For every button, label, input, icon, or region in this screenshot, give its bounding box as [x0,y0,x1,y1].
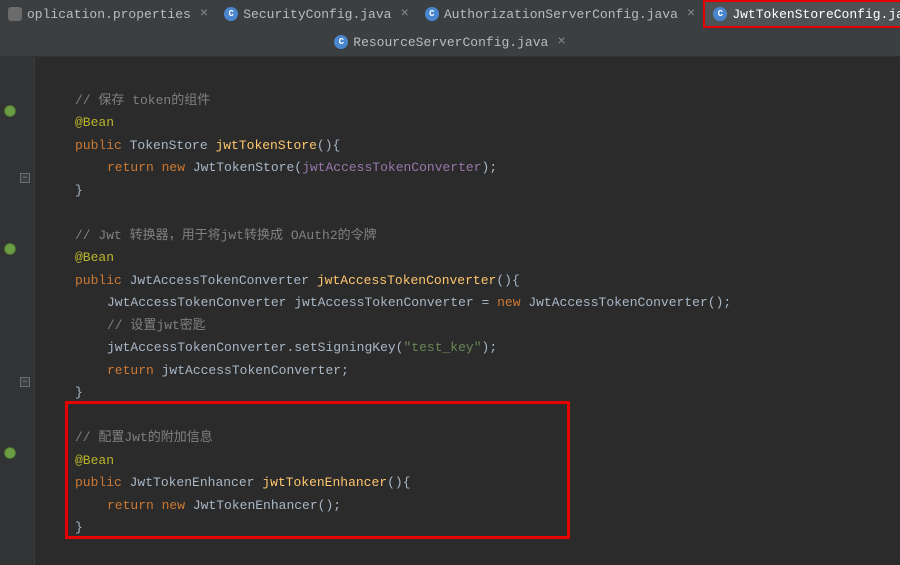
code-editor[interactable]: // 保存 token的组件 @Bean public TokenStore j… [35,57,900,565]
code-line: } [75,382,900,405]
fold-icon[interactable]: − [20,173,34,187]
tab-label: oplication.properties [27,7,191,22]
java-class-icon: C [713,7,727,21]
tabs-row-1: oplication.properties × C SecurityConfig… [0,0,900,28]
tab-label: ResourceServerConfig.java [353,35,548,50]
editor-gutter: − − [0,57,35,565]
java-class-icon: C [425,7,439,21]
close-icon[interactable]: × [687,6,695,22]
code-line: // 设置jwt密匙 [75,315,900,338]
tab-label: AuthorizationServerConfig.java [444,7,678,22]
code-line: } [75,517,900,540]
code-line [75,67,900,90]
bean-gutter-icon[interactable] [4,243,18,257]
code-line: jwtAccessTokenConverter.setSigningKey("t… [75,337,900,360]
tab-resource-server-config[interactable]: C ResourceServerConfig.java × [326,28,573,56]
code-line: return new JwtTokenStore(jwtAccessTokenC… [75,157,900,180]
properties-file-icon [8,7,22,21]
fold-icon[interactable]: − [20,377,34,391]
code-line: // Jwt 转换器，用于将jwt转换成 OAuth2的令牌 [75,225,900,248]
code-line: public JwtAccessTokenConverter jwtAccess… [75,270,900,293]
bean-gutter-icon[interactable] [4,447,18,461]
code-line: return new JwtTokenEnhancer(); [75,495,900,518]
close-icon[interactable]: × [200,6,208,22]
java-class-icon: C [224,7,238,21]
code-line [75,405,900,428]
tab-security-config[interactable]: C SecurityConfig.java × [216,0,417,28]
code-line: @Bean [75,450,900,473]
close-icon[interactable]: × [557,34,565,50]
code-line: public JwtTokenEnhancer jwtTokenEnhancer… [75,472,900,495]
tab-application-properties[interactable]: oplication.properties × [0,0,216,28]
tab-label: JwtTokenStoreConfig.java [732,7,900,22]
code-line: @Bean [75,112,900,135]
code-line: @Bean [75,247,900,270]
tab-label: SecurityConfig.java [243,7,391,22]
close-icon[interactable]: × [400,6,408,22]
code-line: // 配置Jwt的附加信息 [75,427,900,450]
tabs-row-2: C ResourceServerConfig.java × [0,28,900,56]
code-line: JwtAccessTokenConverter jwtAccessTokenCo… [75,292,900,315]
code-line: // 保存 token的组件 [75,90,900,113]
code-line: } [75,180,900,203]
tab-authorization-server-config[interactable]: C AuthorizationServerConfig.java × [417,0,703,28]
code-line: return jwtAccessTokenConverter; [75,360,900,383]
code-line [75,202,900,225]
editor-tabs: oplication.properties × C SecurityConfig… [0,0,900,57]
java-class-icon: C [334,35,348,49]
bean-gutter-icon[interactable] [4,105,18,119]
code-line: public TokenStore jwtTokenStore(){ [75,135,900,158]
editor-area: − − // 保存 token的组件 @Bean public TokenSto… [0,57,900,565]
tab-jwt-token-store-config[interactable]: C JwtTokenStoreConfig.java × [703,0,900,28]
